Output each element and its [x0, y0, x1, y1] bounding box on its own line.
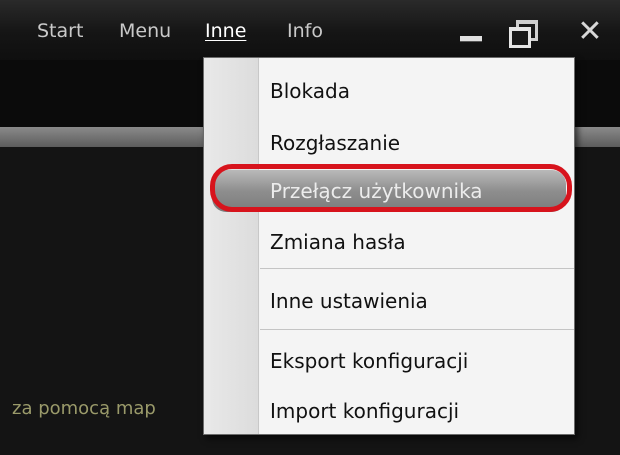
menu-item-zmiana-hasla[interactable]: Zmiana hasła — [204, 221, 574, 263]
menu-item-blokada[interactable]: Blokada — [204, 70, 574, 112]
menu-start[interactable]: Start — [37, 18, 83, 44]
menu-menu[interactable]: Menu — [119, 18, 171, 44]
menu-item-inne-ustawienia[interactable]: Inne ustawienia — [204, 280, 574, 322]
menu-item-label: Zmiana hasła — [270, 230, 406, 254]
close-icon[interactable]: ✕ — [570, 14, 610, 50]
menu-item-label: Rozgłaszanie — [270, 131, 401, 155]
menu-separator — [260, 329, 574, 330]
inne-dropdown-menu: Blokada Rozgłaszanie Przełącz użytkownik… — [203, 57, 575, 435]
hint-text: za pomocą map — [12, 398, 156, 419]
menu-item-label: Import konfiguracji — [270, 399, 460, 423]
menu-item-label: Eksport konfiguracji — [270, 349, 469, 373]
menu-inne[interactable]: Inne — [205, 18, 246, 44]
restore-icon[interactable] — [500, 14, 540, 50]
menu-separator — [260, 268, 574, 269]
menu-item-rozglaszanie[interactable]: Rozgłaszanie — [204, 122, 574, 164]
minimize-icon[interactable] — [452, 14, 492, 50]
menu-item-eksport-konfiguracji[interactable]: Eksport konfiguracji — [204, 340, 574, 382]
menu-item-label: Inne ustawienia — [270, 289, 428, 313]
menu-item-import-konfiguracji[interactable]: Import konfiguracji — [204, 390, 574, 432]
menu-info[interactable]: Info — [287, 18, 323, 44]
highlight-annotation-ring — [210, 164, 572, 212]
title-bar: Start Menu Inne Info ✕ — [0, 0, 620, 60]
menu-item-label: Blokada — [270, 79, 350, 103]
